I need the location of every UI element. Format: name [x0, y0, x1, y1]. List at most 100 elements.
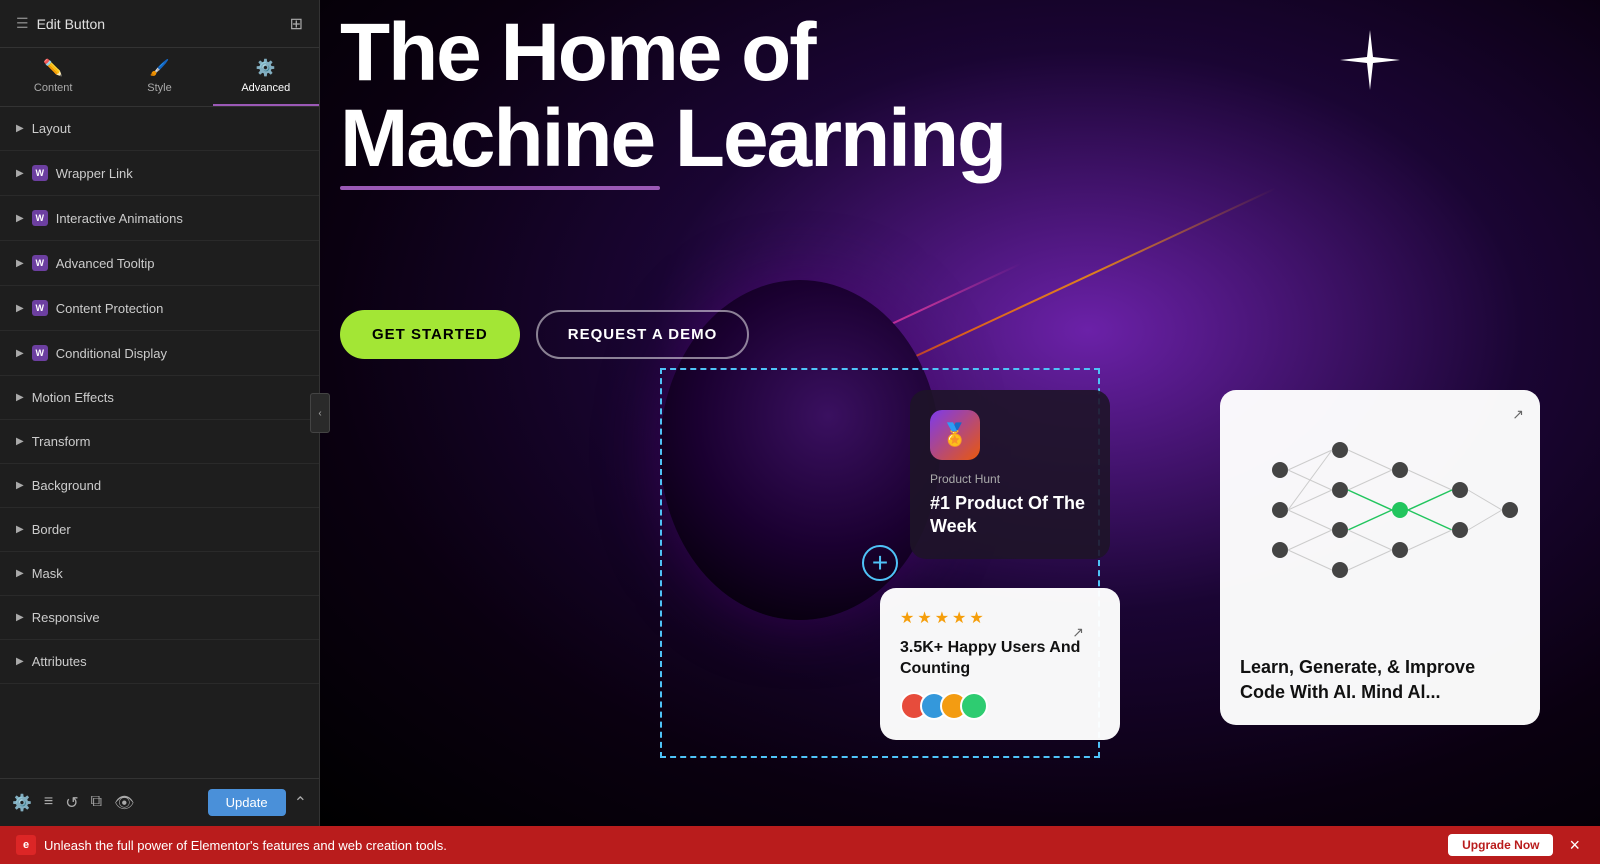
tab-content[interactable]: ✏️ Content [0, 48, 106, 106]
hero-text: The Home of Machine Learning [340, 10, 1005, 190]
bottom-bar: e Unleash the full power of Elementor's … [0, 826, 1600, 864]
bottom-bar-message: Unleash the full power of Elementor's fe… [44, 838, 447, 853]
chevron-icon: ▶ [16, 392, 24, 403]
product-hunt-badge: 🏅 [930, 410, 980, 460]
pro-badge: W [32, 300, 48, 316]
chevron-icon: ▶ [16, 168, 24, 179]
chevron-icon: ▶ [16, 258, 24, 269]
grid-icon[interactable]: ⊞ [290, 14, 303, 34]
section-attributes[interactable]: ▶ Attributes [0, 640, 319, 684]
star-1: ★ [900, 608, 914, 628]
section-label: Background [32, 478, 303, 493]
style-tab-label: Style [147, 82, 171, 94]
star-rating: ★ ★ ★ ★ ★ [900, 608, 1100, 628]
sparkle-icon [1340, 30, 1400, 102]
star-3: ★ [935, 608, 949, 628]
upgrade-now-button[interactable]: Upgrade Now [1448, 834, 1553, 856]
hero-title-line2: Machine Learning [340, 96, 1005, 182]
toolbar-right: Update ⌃ [208, 789, 307, 816]
content-tab-label: Content [34, 82, 73, 94]
section-content-protection[interactable]: ▶ W Content Protection [0, 286, 319, 331]
chevron-icon: ▶ [16, 480, 24, 491]
preview-content: The Home of Machine Learning GET STARTED… [320, 0, 1600, 826]
star-5: ★ [969, 608, 983, 628]
happy-users-title: 3.5K+ Happy Users And Counting [900, 638, 1100, 680]
preview-background: The Home of Machine Learning GET STARTED… [320, 0, 1600, 826]
section-label: Wrapper Link [56, 166, 303, 181]
section-background[interactable]: ▶ Background [0, 464, 319, 508]
chevron-icon: ▶ [16, 656, 24, 667]
section-layout[interactable]: ▶ Layout [0, 107, 319, 151]
section-border[interactable]: ▶ Border [0, 508, 319, 552]
chevron-up-icon[interactable]: ⌃ [294, 793, 307, 813]
neural-card: ↗ [1220, 390, 1540, 725]
get-started-button[interactable]: GET STARTED [340, 310, 520, 359]
chevron-icon: ▶ [16, 524, 24, 535]
sidebar-tabs: ✏️ Content 🖌️ Style ⚙️ Advanced [0, 48, 319, 107]
section-label: Motion Effects [32, 390, 303, 405]
eye-icon[interactable]: 👁 [114, 793, 134, 813]
product-hunt-card: 🏅 Product Hunt #1 Product Of The Week [910, 390, 1110, 559]
title-underline [340, 186, 660, 190]
hamburger-icon[interactable]: ☰ [16, 15, 29, 32]
section-label: Mask [32, 566, 303, 581]
sidebar-sections: ▶ Layout ▶ W Wrapper Link ▶ W Interactiv… [0, 107, 319, 778]
chevron-icon: ▶ [16, 612, 24, 623]
badge-icon: 🏅 [941, 422, 968, 448]
hero-buttons: GET STARTED REQUEST A DEMO [340, 310, 749, 359]
content-tab-icon: ✏️ [43, 58, 63, 78]
chevron-icon: ▶ [16, 213, 24, 224]
section-motion-effects[interactable]: ▶ Motion Effects [0, 376, 319, 420]
star-4: ★ [952, 608, 966, 628]
section-label: Interactive Animations [56, 211, 303, 226]
section-transform[interactable]: ▶ Transform [0, 420, 319, 464]
bottom-bar-inner: e Unleash the full power of Elementor's … [0, 834, 1600, 856]
pro-badge: W [32, 345, 48, 361]
section-label: Advanced Tooltip [56, 256, 303, 271]
neural-card-title: Learn, Generate, & Improve Code With AI.… [1240, 655, 1520, 705]
section-label: Responsive [32, 610, 303, 625]
product-hunt-subtitle: Product Hunt [930, 472, 1090, 486]
add-element-button[interactable]: + [862, 545, 898, 581]
chevron-icon: ▶ [16, 348, 24, 359]
chevron-icon: ▶ [16, 303, 24, 314]
user-avatars [900, 692, 1100, 720]
hero-title-line1: The Home of [340, 10, 1005, 96]
settings-icon[interactable]: ⚙️ [12, 793, 32, 813]
happy-users-arrow: ↗ [1072, 624, 1084, 641]
avatar-4 [960, 692, 988, 720]
section-interactive-animations[interactable]: ▶ W Interactive Animations [0, 196, 319, 241]
chevron-icon: ▶ [16, 436, 24, 447]
canvas-area: The Home of Machine Learning GET STARTED… [320, 0, 1600, 826]
section-wrapper-link[interactable]: ▶ W Wrapper Link [0, 151, 319, 196]
style-tab-icon: 🖌️ [150, 58, 170, 78]
product-hunt-title: #1 Product Of The Week [930, 492, 1090, 539]
app-container: ☰ Edit Button ⊞ ✏️ Content 🖌️ Style [0, 0, 1600, 826]
star-2: ★ [917, 608, 931, 628]
advanced-tab-icon: ⚙️ [256, 58, 276, 78]
elementor-logo: e [16, 835, 36, 855]
neural-network-graphic [1240, 410, 1530, 610]
section-label: Conditional Display [56, 346, 303, 361]
tab-advanced[interactable]: ⚙️ Advanced [213, 48, 319, 106]
layers-icon[interactable]: ≡ [44, 793, 53, 813]
copy-icon[interactable]: ⧉ [91, 793, 102, 813]
close-bottom-bar-button[interactable]: × [1565, 835, 1584, 856]
update-button[interactable]: Update [208, 789, 286, 816]
chevron-icon: ▶ [16, 568, 24, 579]
section-label: Transform [32, 434, 303, 449]
section-conditional-display[interactable]: ▶ W Conditional Display [0, 331, 319, 376]
section-mask[interactable]: ▶ Mask [0, 552, 319, 596]
request-demo-button[interactable]: REQUEST A DEMO [536, 310, 750, 359]
section-advanced-tooltip[interactable]: ▶ W Advanced Tooltip [0, 241, 319, 286]
sidebar: ☰ Edit Button ⊞ ✏️ Content 🖌️ Style [0, 0, 320, 826]
chevron-icon: ▶ [16, 123, 24, 134]
sidebar-header: ☰ Edit Button ⊞ [0, 0, 319, 48]
section-label: Content Protection [56, 301, 303, 316]
section-responsive[interactable]: ▶ Responsive [0, 596, 319, 640]
collapse-handle[interactable]: ‹ [310, 393, 330, 433]
section-label: Border [32, 522, 303, 537]
history-icon[interactable]: ↺ [65, 793, 78, 813]
tab-style[interactable]: 🖌️ Style [106, 48, 212, 106]
happy-users-card: ★ ★ ★ ★ ★ ↗ 3.5K+ Happy Users And Counti… [880, 588, 1120, 740]
